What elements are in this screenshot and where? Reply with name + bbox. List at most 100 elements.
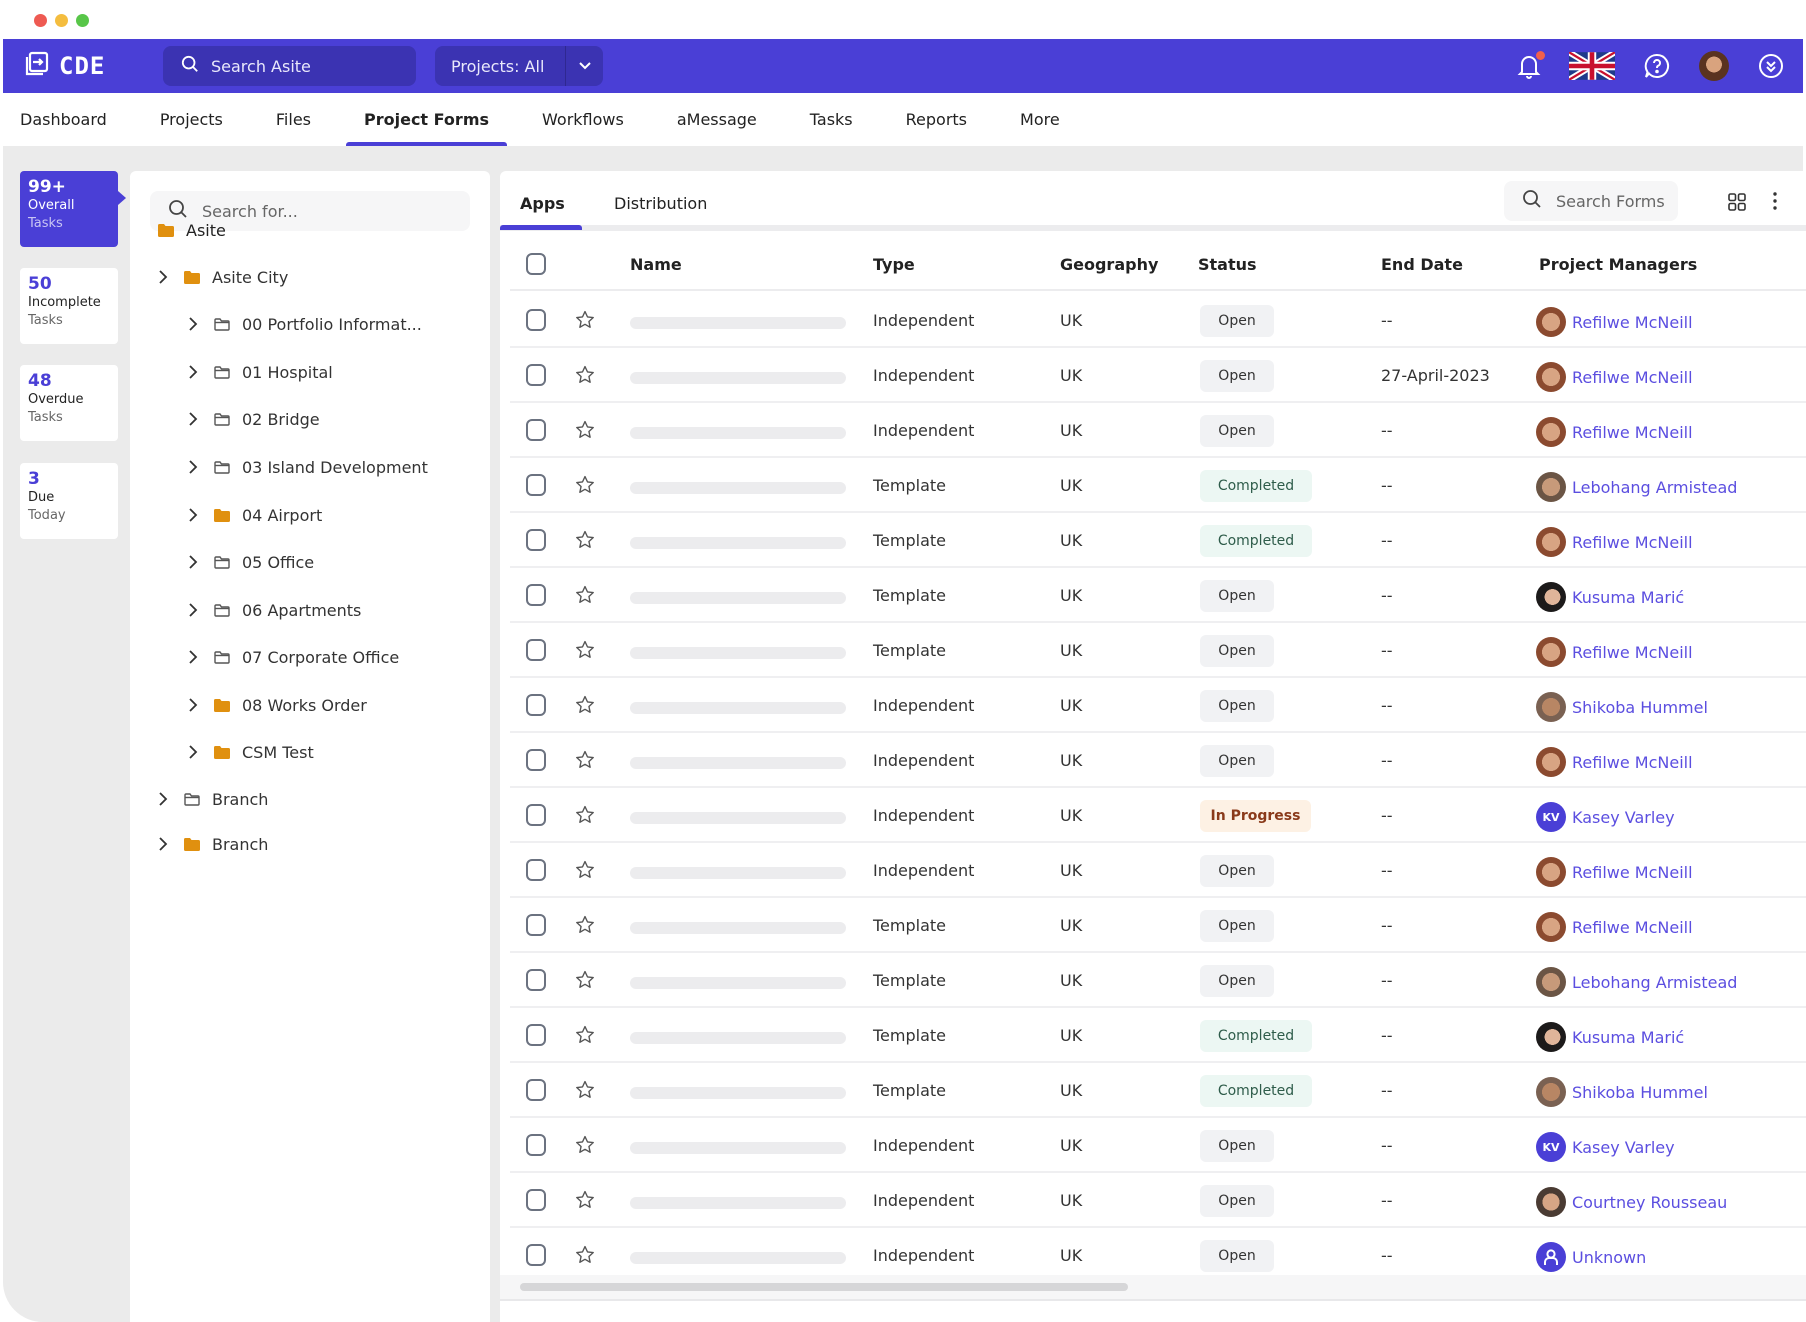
star-icon[interactable] <box>574 584 596 606</box>
minimize-window-button[interactable] <box>55 14 68 27</box>
uk-flag-icon[interactable] <box>1569 52 1615 80</box>
chevron-right-icon[interactable] <box>188 697 200 713</box>
tree-item[interactable]: 06 Apartments <box>188 598 361 622</box>
table-row[interactable]: Independent UK Open -- Refilwe McNeill <box>510 843 1806 898</box>
row-checkbox[interactable] <box>526 694 546 716</box>
name-placeholder[interactable] <box>630 1252 846 1264</box>
row-checkbox[interactable] <box>526 584 546 606</box>
table-row[interactable]: Template UK Open -- Refilwe McNeill <box>510 898 1806 953</box>
nav-reports[interactable]: Reports <box>906 93 967 146</box>
chevron-right-icon[interactable] <box>188 744 200 760</box>
project-manager-link[interactable]: Shikoba Hummel <box>1536 1077 1708 1107</box>
name-placeholder[interactable] <box>630 977 846 989</box>
project-manager-link[interactable]: Shikoba Hummel <box>1536 692 1708 722</box>
chevron-right-icon[interactable] <box>188 554 200 570</box>
stat-overall-tasks[interactable]: 99+ Overall Tasks <box>20 171 126 247</box>
name-placeholder[interactable] <box>630 317 846 329</box>
name-placeholder[interactable] <box>630 867 846 879</box>
name-placeholder[interactable] <box>630 1032 846 1044</box>
table-row[interactable]: Independent UK Open -- Shikoba Hummel <box>510 678 1806 733</box>
table-row[interactable]: Template UK Completed -- Refilwe McNeill <box>510 513 1806 568</box>
projects-filter-dropdown[interactable]: Projects: All <box>435 46 603 86</box>
table-row[interactable]: Independent UK Open -- KV Kasey Varley <box>510 1118 1806 1173</box>
name-placeholder[interactable] <box>630 757 846 769</box>
name-placeholder[interactable] <box>630 922 846 934</box>
star-icon[interactable] <box>574 859 596 881</box>
star-icon[interactable] <box>574 309 596 331</box>
star-icon[interactable] <box>574 804 596 826</box>
tree-item[interactable]: Asite <box>158 218 226 242</box>
bell-icon[interactable] <box>1517 51 1545 79</box>
table-row[interactable]: Independent UK Open 27-April-2023 Refilwe Mc… <box>510 348 1806 403</box>
row-checkbox[interactable] <box>526 1134 546 1156</box>
table-row[interactable]: Independent UK Open -- Refilwe McNeill <box>510 733 1806 788</box>
user-avatar[interactable] <box>1699 51 1729 81</box>
table-row[interactable]: Template UK Completed -- Kusuma Marić <box>510 1008 1806 1063</box>
tree-item[interactable]: 02 Bridge <box>188 407 320 431</box>
project-manager-link[interactable]: Refilwe McNeill <box>1536 747 1693 777</box>
tree-item[interactable]: CSM Test <box>188 740 314 764</box>
nav-dashboard[interactable]: Dashboard <box>20 93 107 146</box>
column-project-managers[interactable]: Project Managers <box>1539 255 1697 274</box>
name-placeholder[interactable] <box>630 372 846 384</box>
column-name[interactable]: Name <box>630 255 682 274</box>
tab-distribution[interactable]: Distribution <box>614 194 707 213</box>
nav-tasks[interactable]: Tasks <box>810 93 853 146</box>
row-checkbox[interactable] <box>526 804 546 826</box>
name-placeholder[interactable] <box>630 592 846 604</box>
column-status[interactable]: Status <box>1198 255 1257 274</box>
tree-item[interactable]: 08 Works Order <box>188 693 367 717</box>
select-all-checkbox[interactable] <box>526 253 546 275</box>
project-manager-link[interactable]: Refilwe McNeill <box>1536 362 1693 392</box>
chevron-right-icon[interactable] <box>188 649 200 665</box>
close-window-button[interactable] <box>34 14 47 27</box>
horizontal-scrollbar[interactable] <box>500 1275 1806 1299</box>
row-checkbox[interactable] <box>526 1189 546 1211</box>
project-manager-link[interactable]: Refilwe McNeill <box>1536 857 1693 887</box>
project-manager-link[interactable]: Refilwe McNeill <box>1536 527 1693 557</box>
project-manager-link[interactable]: Lebohang Armistead <box>1536 967 1737 997</box>
chevron-right-icon[interactable] <box>188 507 200 523</box>
table-row[interactable]: Independent UK In Progress -- KV Kasey Varley <box>510 788 1806 843</box>
star-icon[interactable] <box>574 639 596 661</box>
row-checkbox[interactable] <box>526 639 546 661</box>
chevron-right-icon[interactable] <box>188 364 200 380</box>
name-placeholder[interactable] <box>630 647 846 659</box>
grid-view-icon[interactable] <box>1728 193 1746 211</box>
star-icon[interactable] <box>574 364 596 386</box>
star-icon[interactable] <box>574 529 596 551</box>
row-checkbox[interactable] <box>526 1244 546 1266</box>
star-icon[interactable] <box>574 419 596 441</box>
column-end-date[interactable]: End Date <box>1381 255 1463 274</box>
nav-projects[interactable]: Projects <box>160 93 223 146</box>
row-checkbox[interactable] <box>526 529 546 551</box>
chevron-down-icon[interactable] <box>565 46 603 86</box>
star-icon[interactable] <box>574 1024 596 1046</box>
star-icon[interactable] <box>574 474 596 496</box>
chevron-right-icon[interactable] <box>158 269 170 285</box>
table-row[interactable]: Template UK Open -- Kusuma Marić <box>510 568 1806 623</box>
tree-item[interactable]: Branch <box>158 787 268 811</box>
project-manager-link[interactable]: Refilwe McNeill <box>1536 417 1693 447</box>
name-placeholder[interactable] <box>630 812 846 824</box>
tree-item[interactable]: 07 Corporate Office <box>188 645 399 669</box>
project-manager-link[interactable]: Refilwe McNeill <box>1536 912 1693 942</box>
table-row[interactable]: Independent UK Open -- Refilwe McNeill <box>510 293 1806 348</box>
project-manager-link[interactable]: Refilwe McNeill <box>1536 307 1693 337</box>
project-manager-link[interactable]: KV Kasey Varley <box>1536 802 1675 832</box>
row-checkbox[interactable] <box>526 309 546 331</box>
project-manager-link[interactable]: Courtney Rousseau <box>1536 1187 1727 1217</box>
column-type[interactable]: Type <box>873 255 915 274</box>
nav-more[interactable]: More <box>1020 93 1060 146</box>
stat-due-today[interactable]: 3 Due Today <box>20 463 118 539</box>
project-manager-link[interactable]: Kusuma Marić <box>1536 582 1684 612</box>
chevron-right-icon[interactable] <box>158 836 170 852</box>
tree-item[interactable]: 04 Airport <box>188 503 322 527</box>
nav-project-forms[interactable]: Project Forms <box>345 93 508 146</box>
tree-item[interactable]: 05 Office <box>188 550 314 574</box>
row-checkbox[interactable] <box>526 419 546 441</box>
name-placeholder[interactable] <box>630 702 846 714</box>
chevron-right-icon[interactable] <box>188 459 200 475</box>
row-checkbox[interactable] <box>526 474 546 496</box>
project-manager-link[interactable]: Lebohang Armistead <box>1536 472 1737 502</box>
